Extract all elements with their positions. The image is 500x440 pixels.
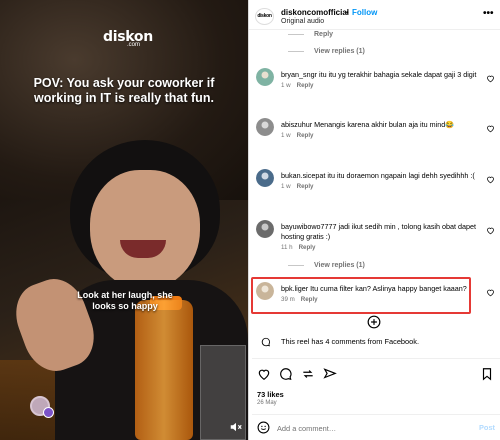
post-header: diskon diskoncomofficial • Follow Origin… [249, 0, 500, 30]
view-replies-0[interactable]: Reply [288, 31, 333, 38]
view-replies-1[interactable]: View replies (1) [288, 48, 365, 55]
like-heart-icon[interactable] [486, 175, 495, 184]
comment-avatar[interactable] [256, 169, 274, 187]
comment-username[interactable]: bryan_sngr [281, 70, 317, 79]
like-heart-icon[interactable] [486, 226, 495, 235]
facebook-comments-note[interactable]: This reel has 4 comments from Facebook. [256, 335, 492, 349]
video-logo-sub: .com [127, 42, 141, 48]
video-person-face [90, 170, 200, 290]
like-heart-icon[interactable] [486, 288, 495, 297]
view-replies-line [288, 34, 304, 35]
more-options-icon[interactable]: ••• [483, 8, 494, 19]
emoji-icon[interactable] [257, 421, 270, 434]
video-caption-low: Look at her laugh, she looks so happy [77, 290, 173, 311]
facebook-note-text: This reel has 4 comments from Facebook. [281, 337, 420, 346]
reply-button[interactable]: Reply [297, 183, 314, 190]
like-icon[interactable] [257, 367, 271, 381]
comment-username[interactable]: bukan.sicepat [281, 171, 325, 180]
video-bottle [135, 300, 193, 440]
comment-text: bayuwibowo7777 jadi ikut sedih min , tol… [281, 222, 481, 242]
reel-creator-avatar[interactable] [30, 396, 54, 418]
comment-meta: 11 h Reply [281, 244, 315, 251]
comment-meta: 1 w Reply [281, 82, 314, 89]
comment-avatar[interactable] [256, 220, 274, 238]
view-replies-label: View replies (1) [314, 48, 365, 55]
comment-avatar[interactable] [256, 68, 274, 86]
load-more-comments-icon[interactable] [367, 315, 381, 329]
comment-time: 11 h [281, 244, 293, 251]
header-username[interactable]: diskoncomofficial [281, 8, 349, 17]
comment-text: bryan_sngr itu itu yg terakhir bahagia s… [281, 70, 481, 80]
comment-avatar[interactable] [256, 118, 274, 136]
comment-body: Menangis karena akhir bulan aja itu mind… [314, 120, 455, 129]
reel-video[interactable]: diskon .com POV: You ask your coworker i… [0, 0, 248, 440]
comment-username[interactable]: bayuwibowo7777 [281, 222, 337, 231]
video-caption-top: POV: You ask your coworker if working in… [33, 76, 215, 105]
comment-text: abiszuhur Menangis karena akhir bulan aj… [281, 120, 481, 130]
reply-button[interactable]: Reply [297, 132, 314, 139]
header-separator: • [346, 8, 349, 17]
comment-time: 1 w [281, 183, 291, 190]
save-icon[interactable] [480, 367, 494, 381]
view-replies-2[interactable]: View replies (1) [288, 262, 365, 269]
view-replies-line [288, 265, 304, 266]
add-comment-bar: Post [252, 414, 500, 440]
comment-icon[interactable] [279, 367, 293, 381]
post-date: 26 May [257, 400, 277, 406]
comment-meta: 1 w Reply [281, 183, 314, 190]
mute-icon[interactable] [229, 420, 243, 434]
follow-button[interactable]: Follow [352, 8, 377, 17]
instagram-reel-view: diskon .com POV: You ask your coworker i… [0, 0, 500, 440]
action-bar [252, 358, 500, 386]
reply-button[interactable]: Reply [297, 82, 314, 89]
comment-meta: 1 w Reply [281, 132, 314, 139]
comment-username[interactable]: abiszuhur [281, 120, 312, 129]
post-button[interactable]: Post [479, 423, 495, 432]
audio-badge-icon [43, 407, 54, 418]
comment-body: itu itu yg terakhir bahagia sekale dapat… [318, 70, 477, 79]
like-heart-icon[interactable] [486, 124, 495, 133]
view-replies-label: Reply [314, 31, 334, 38]
remix-icon[interactable] [301, 367, 315, 381]
view-replies-line [288, 51, 304, 52]
share-icon[interactable] [323, 367, 337, 381]
comment-body: itu itu doraemon ngapain lagi dehh syedi… [327, 171, 475, 180]
header-avatar[interactable]: diskon [255, 8, 274, 25]
comment-text: bukan.sicepat itu itu doraemon ngapain l… [281, 171, 481, 181]
comment-input[interactable] [277, 421, 467, 435]
likes-count[interactable]: 73 likes [257, 390, 284, 399]
comment-bubble-icon [261, 337, 270, 347]
reply-button[interactable]: Reply [299, 244, 316, 251]
like-heart-icon[interactable] [486, 74, 495, 83]
header-audio[interactable]: Original audio [281, 18, 324, 25]
comment-time: 1 w [281, 82, 291, 89]
highlight-box [251, 277, 471, 314]
view-replies-label: View replies (1) [314, 262, 365, 269]
comment-time: 1 w [281, 132, 291, 139]
